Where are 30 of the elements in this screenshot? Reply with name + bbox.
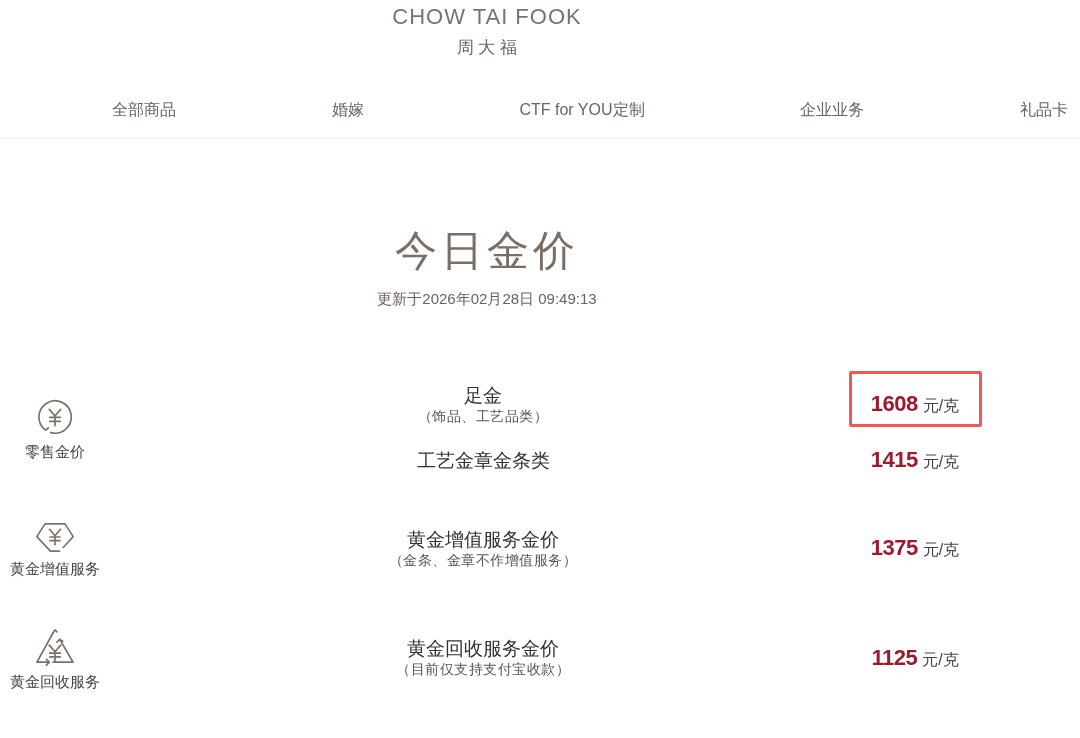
price-value: 1415 [870,447,918,473]
nav-link[interactable]: 全部商品 [112,99,176,121]
product-note: （饰品、工艺品类） [417,406,549,425]
price-value: 1125 [871,644,918,671]
product-note: （目前仅支持支付宝收款） [396,660,570,678]
price-unit: 元/克 [922,540,960,560]
product-name: 黄金增值服务金价 [407,527,559,551]
nav-link[interactable]: 礼品卡 [1020,99,1068,121]
brand-logo-text: CHOW TAI FOOK [392,5,582,29]
nav-link[interactable]: 企业业务 [800,99,865,121]
price-value: 1608 [870,391,918,417]
category-label: 黄金回收服务 [10,673,100,691]
product-name: 足金 [464,383,502,407]
price-unit: 元/克 [922,649,959,670]
brand-logo-chinese: 周 大 福 [456,37,518,59]
yen-hexagon-icon [35,522,75,553]
category-label: 零售金价 [25,442,85,461]
category-label: 黄金增值服务 [10,560,100,578]
page-title: 今日金价 [394,227,580,276]
price-unit: 元/克 [922,396,960,416]
nav-link[interactable]: 婚嫁 [331,99,364,121]
yen-recycle-triangle-icon [34,628,76,666]
product-note: （金条、金章不作增值服务） [388,550,578,569]
yen-circle-icon [36,397,74,436]
product-name: 黄金回收服务金价 [407,637,559,660]
nav-link[interactable]: CTF for YOU定制 [519,99,645,121]
price-value: 1375 [870,535,918,561]
update-time: 更新于2026年02月28日 09:49:13 [376,289,598,309]
product-name: 工艺金章金条类 [416,448,550,472]
price-unit: 元/克 [922,452,960,472]
